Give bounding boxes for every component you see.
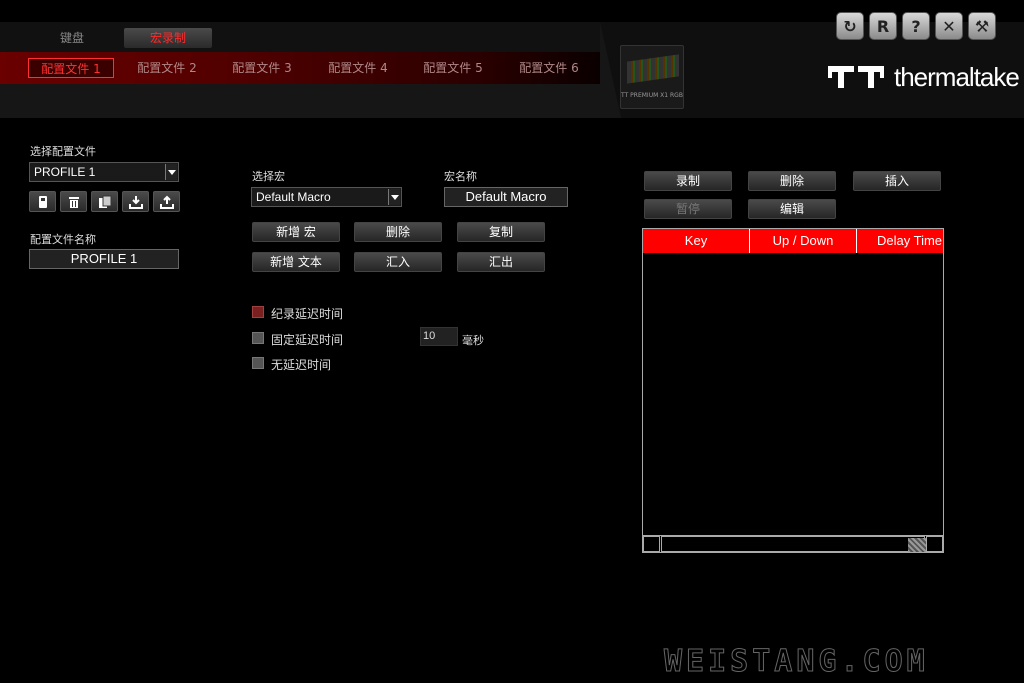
brand-name: thermaltake [894,62,1020,92]
tab-profile-6[interactable]: 配置文件 6 [504,58,594,78]
profile-select[interactable]: PROFILE 1 [29,162,179,182]
copy-macro-button[interactable]: 复制 [457,222,545,242]
column-header-up-down[interactable]: Up / Down [750,229,857,253]
tab-profile-5[interactable]: 配置文件 5 [408,58,498,78]
close-icon[interactable]: ✕ [935,12,963,40]
no-delay-checkbox[interactable] [252,357,264,369]
select-macro-label: 选择宏 [252,170,285,183]
upload-icon [160,195,174,209]
column-header-delay-time[interactable]: Delay Time [857,229,943,253]
scroll-left-button[interactable] [643,536,660,552]
record-button[interactable]: 录制 [644,171,732,191]
profile-name-label: 配置文件名称 [30,233,96,246]
settings-icon[interactable]: ⚒ [968,12,996,40]
fixed-delay-option[interactable]: 固定延迟时间 [252,331,372,347]
edit-button[interactable]: 编辑 [748,199,836,219]
fixed-delay-checkbox[interactable] [252,332,264,344]
tab-macro-record[interactable]: 宏录制 [124,28,212,48]
table-header: Key Up / Down Delay Time [643,229,943,253]
no-delay-label: 无延迟时间 [271,358,332,372]
macro-select-value: Default Macro [256,190,331,204]
record-delay-checkbox[interactable] [252,306,264,318]
tt-logo-icon [828,66,884,88]
save-profile-button[interactable] [29,191,56,212]
new-text-button[interactable]: 新增 文本 [252,252,340,272]
scroll-right-button[interactable] [926,536,943,552]
macro-event-table[interactable]: Key Up / Down Delay Time [642,228,944,553]
fixed-delay-label: 固定延迟时间 [271,333,344,347]
delete-macro-button[interactable]: 删除 [354,222,442,242]
select-profile-label: 选择配置文件 [30,145,96,158]
export-profile-button[interactable] [153,191,180,212]
tab-profile-1[interactable]: 配置文件 1 [28,58,114,78]
profile-select-value: PROFILE 1 [34,165,96,179]
device-thumbnail[interactable]: TT PREMIUM X1 RGB [620,45,684,109]
save-icon [39,196,47,208]
scroll-thumb[interactable] [908,538,926,552]
delete-profile-button[interactable] [60,191,87,212]
macro-name-field[interactable]: Default Macro [444,187,568,207]
refresh-icon[interactable]: ↻ [836,12,864,40]
record-delay-option[interactable]: 纪录延迟时间 [252,305,372,321]
no-delay-option[interactable]: 无延迟时间 [252,356,372,372]
chevron-down-icon[interactable] [165,164,177,180]
import-profile-button[interactable] [122,191,149,212]
keyboard-image [627,54,679,84]
tab-profile-2[interactable]: 配置文件 2 [122,58,212,78]
tab-profile-3[interactable]: 配置文件 3 [217,58,307,78]
macro-select[interactable]: Default Macro [251,187,402,207]
copy-icon [99,195,112,208]
chevron-down-icon[interactable] [388,189,400,205]
trash-icon [69,197,79,208]
pause-button[interactable]: 暂停 [644,199,732,219]
delete-record-button[interactable]: 删除 [748,171,836,191]
scroll-track[interactable] [661,536,926,552]
brand: thermaltake [828,62,1020,94]
insert-button[interactable]: 插入 [853,171,941,191]
tab-profile-4[interactable]: 配置文件 4 [313,58,403,78]
import-macro-button[interactable]: 汇入 [354,252,442,272]
delay-unit-label: 毫秒 [462,334,484,347]
fixed-delay-input[interactable]: 10 [420,327,458,346]
help-icon[interactable]: ? [902,12,930,40]
export-macro-button[interactable]: 汇出 [457,252,545,272]
column-header-key[interactable]: Key [643,229,750,253]
new-macro-button[interactable]: 新增 宏 [252,222,340,242]
download-icon [129,196,143,209]
record-delay-label: 纪录延迟时间 [271,307,344,321]
watermark: WEISTANG.COM [664,644,929,680]
tab-keyboard[interactable]: 键盘 [40,28,104,48]
macro-name-label: 宏名称 [444,170,477,183]
reset-icon[interactable]: R [869,12,897,40]
horizontal-scrollbar[interactable] [643,535,943,552]
profile-name-field[interactable]: PROFILE 1 [29,249,179,269]
device-name: TT PREMIUM X1 RGB [621,92,683,99]
copy-profile-button[interactable] [91,191,118,212]
